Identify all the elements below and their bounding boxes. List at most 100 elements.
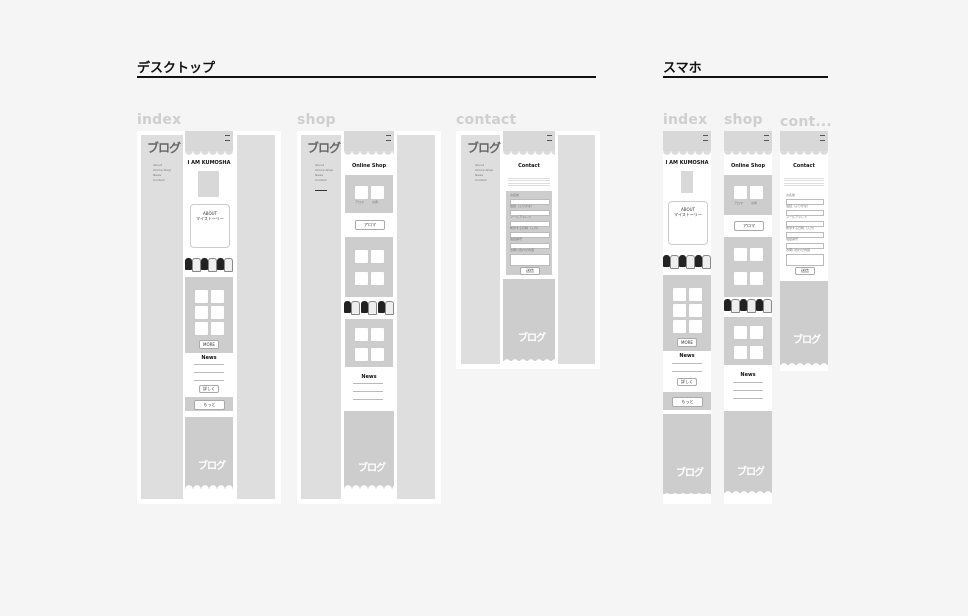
shop-grid-section: MORE xyxy=(185,277,233,353)
hamburger-icon[interactable] xyxy=(547,135,552,141)
wireframe-desktop-index: ブログ About Online Shop News Contact I AM … xyxy=(137,131,281,504)
category-card[interactable] xyxy=(370,185,385,200)
product-card[interactable] xyxy=(688,303,703,318)
detail-button[interactable]: 詳しく xyxy=(199,385,219,393)
hero-title: I AM KUMOSHA xyxy=(187,160,231,166)
header-band xyxy=(724,131,772,151)
product-card[interactable] xyxy=(370,347,385,362)
right-sidebar xyxy=(397,135,435,499)
news-item[interactable] xyxy=(194,364,224,365)
category-card[interactable] xyxy=(733,185,748,200)
footer-logo[interactable]: ブログ xyxy=(737,463,765,478)
product-card[interactable] xyxy=(688,319,703,334)
product-card[interactable] xyxy=(194,305,209,320)
hamburger-icon[interactable] xyxy=(820,135,825,141)
more-button[interactable]: MORE xyxy=(677,338,697,347)
news-item[interactable] xyxy=(353,399,383,400)
product-card[interactable] xyxy=(733,271,748,286)
more-banner-button[interactable]: もっと xyxy=(194,400,225,410)
nav-item-contact[interactable]: Contact xyxy=(315,178,327,183)
product-card[interactable] xyxy=(370,327,385,342)
category-section: アロマ お香 xyxy=(345,175,393,213)
category-card[interactable] xyxy=(354,185,369,200)
scallop-divider xyxy=(185,151,233,159)
news-title: News xyxy=(679,353,695,359)
category-card[interactable] xyxy=(749,185,764,200)
news-item[interactable] xyxy=(353,383,383,384)
product-card[interactable] xyxy=(210,321,225,336)
product-card[interactable] xyxy=(370,271,385,286)
more-banner-button[interactable]: もっと xyxy=(672,397,703,407)
product-card[interactable] xyxy=(370,249,385,264)
site-logo[interactable]: ブログ xyxy=(147,139,181,156)
hero-image xyxy=(681,171,693,193)
hamburger-icon[interactable] xyxy=(225,135,230,141)
right-sidebar xyxy=(237,135,275,499)
wireframe-mobile-contact: Contact お名前 電話（ふりがな） メールアドレス 希望する日時（入力） … xyxy=(780,131,828,371)
page-label-contact-mobile: cont... xyxy=(780,114,832,130)
news-item[interactable] xyxy=(194,372,224,373)
product-section-2 xyxy=(345,319,393,367)
category-button[interactable]: アロマ xyxy=(734,221,764,231)
footer-logo[interactable]: ブログ xyxy=(676,464,704,479)
detail-button[interactable]: 詳しく xyxy=(677,378,697,386)
scallop-divider xyxy=(780,151,828,159)
product-card[interactable] xyxy=(733,325,748,340)
news-item[interactable] xyxy=(672,371,702,372)
nav-item-contact[interactable]: Contact xyxy=(153,178,165,183)
product-card[interactable] xyxy=(210,305,225,320)
product-card[interactable] xyxy=(749,345,764,360)
footer-logo[interactable]: ブログ xyxy=(198,457,226,472)
speech-sub: マイストーリー xyxy=(674,212,702,217)
product-card[interactable] xyxy=(749,271,764,286)
banner-band: もっと xyxy=(663,392,711,410)
product-card[interactable] xyxy=(688,287,703,302)
news-item[interactable] xyxy=(733,382,763,383)
right-sidebar xyxy=(558,135,595,364)
product-card[interactable] xyxy=(733,247,748,262)
product-card[interactable] xyxy=(210,289,225,304)
product-card[interactable] xyxy=(354,249,369,264)
hamburger-icon[interactable] xyxy=(764,135,769,141)
message-field[interactable] xyxy=(786,254,824,266)
arrow-right-icon[interactable] xyxy=(315,190,327,191)
product-card[interactable] xyxy=(749,247,764,262)
product-card[interactable] xyxy=(354,327,369,342)
form-label-name: お名前 xyxy=(510,193,520,197)
product-card[interactable] xyxy=(194,321,209,336)
footer: ブログ xyxy=(185,417,233,489)
footer-scallop xyxy=(724,489,772,495)
puppy-row xyxy=(344,301,395,315)
product-card[interactable] xyxy=(733,345,748,360)
more-button[interactable]: MORE xyxy=(199,340,219,349)
submit-button[interactable]: 送信 xyxy=(795,267,815,275)
product-card[interactable] xyxy=(354,271,369,286)
news-item[interactable] xyxy=(672,363,702,364)
footer-logo[interactable]: ブログ xyxy=(793,331,821,346)
news-item[interactable] xyxy=(733,390,763,391)
footer-logo[interactable]: ブログ xyxy=(358,459,386,474)
hamburger-icon[interactable] xyxy=(386,135,391,141)
product-card[interactable] xyxy=(672,319,687,334)
news-item[interactable] xyxy=(194,380,224,381)
submit-button[interactable]: 送信 xyxy=(520,267,540,275)
news-item[interactable] xyxy=(353,391,383,392)
product-card[interactable] xyxy=(749,325,764,340)
message-field[interactable] xyxy=(510,254,550,266)
scallop-divider xyxy=(663,151,711,159)
footer-logo[interactable]: ブログ xyxy=(518,329,546,344)
product-card[interactable] xyxy=(672,287,687,302)
hamburger-icon[interactable] xyxy=(703,135,708,141)
product-card[interactable] xyxy=(194,289,209,304)
product-card[interactable] xyxy=(672,303,687,318)
news-item[interactable] xyxy=(733,398,763,399)
product-card[interactable] xyxy=(354,347,369,362)
shop-grid-section: MORE xyxy=(663,275,711,351)
form-label-email: メールアドレス xyxy=(786,215,808,219)
nav-item-contact[interactable]: Contact xyxy=(475,178,487,183)
site-logo[interactable]: ブログ xyxy=(307,139,341,156)
footer: ブログ xyxy=(663,414,711,494)
category-button[interactable]: アロマ xyxy=(355,220,385,230)
site-logo[interactable]: ブログ xyxy=(467,139,501,156)
puppy-row xyxy=(185,258,233,272)
